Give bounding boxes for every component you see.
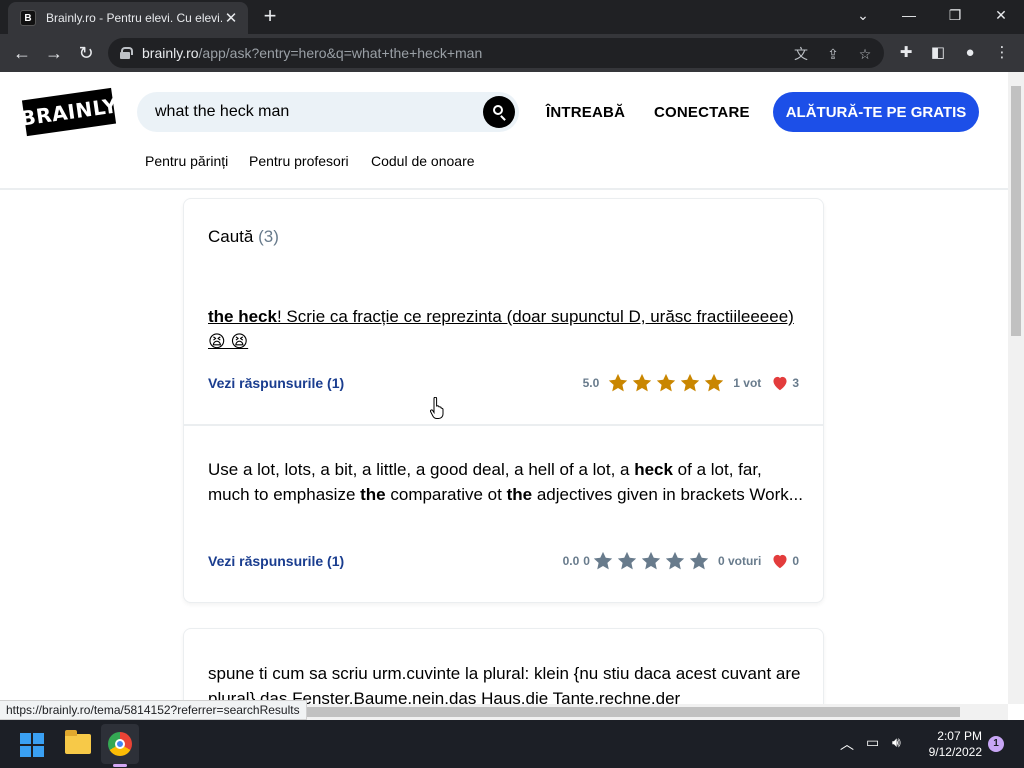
star-filled-icon (633, 373, 652, 392)
show-hidden-icons-chevron-icon[interactable]: ︿ (840, 734, 854, 754)
star-filled-icon (609, 373, 628, 392)
page-content: BRAINLY what the heck man ÎNTREABĂ CONEC… (0, 72, 1008, 704)
result-divider (184, 424, 823, 426)
star-filled-icon (657, 373, 676, 392)
network-icon[interactable]: ▭ (866, 734, 879, 751)
results-heading: Caută (3) (208, 227, 279, 247)
horizontal-scroll-thumb[interactable] (305, 707, 960, 717)
subnav-teachers-link[interactable]: Pentru profesori (249, 153, 349, 169)
results-title: Caută (208, 227, 254, 246)
rating-row-1: 5.0 1 vot 3 (583, 372, 799, 394)
heart-icon[interactable] (771, 375, 789, 391)
rating-value-2: 0.0 (562, 554, 580, 568)
browser-tab-bar: B Brainly.ro - Pentru elevi. Cu elevi. ✕… (0, 0, 1024, 34)
lock-icon[interactable] (120, 47, 133, 59)
active-app-indicator (113, 764, 127, 767)
star-empty-icon (689, 551, 709, 570)
chrome-icon[interactable] (108, 732, 132, 756)
rating-value-1: 5.0 (582, 376, 600, 390)
system-clock[interactable]: 2:07 PM 9/12/2022 (918, 728, 982, 760)
clock-date: 9/12/2022 (928, 745, 982, 759)
star-filled-icon (705, 373, 724, 392)
search-button[interactable] (483, 96, 515, 128)
reload-icon[interactable]: ↻ (74, 41, 98, 65)
forward-arrow-icon[interactable]: → (42, 41, 66, 65)
star-filled-icon (681, 373, 700, 392)
star-empty-icon (593, 551, 613, 570)
subnav-honor-code-link[interactable]: Codul de onoare (371, 153, 475, 169)
volume-icon[interactable]: 🔊︎ (892, 734, 901, 751)
result-card-3: spune ti cum sa scriu urm.cuvinte la plu… (183, 628, 824, 704)
url-path: /app/ask?entry=hero&q=what+the+heck+man (198, 45, 483, 61)
vertical-scroll-thumb[interactable] (1011, 86, 1021, 336)
ask-link[interactable]: ÎNTREABĂ (546, 104, 625, 121)
like-count-1: 3 (792, 376, 799, 390)
search-icon (493, 105, 503, 115)
subnav-parents-link[interactable]: Pentru părinți (145, 153, 228, 169)
side-panel-icon[interactable]: ◧ (928, 43, 948, 63)
result-1-highlight: the heck (208, 307, 277, 326)
star-empty-icon (641, 551, 661, 570)
site-header: BRAINLY what the heck man ÎNTREABĂ CONEC… (0, 72, 1008, 190)
clock-time: 2:07 PM (937, 729, 982, 743)
back-arrow-icon[interactable]: ← (10, 41, 34, 65)
brainly-favicon-icon: B (20, 10, 36, 26)
share-icon[interactable]: ⇪ (824, 45, 842, 63)
windows-taskbar: ︿ ▭ 🔊︎ 2:07 PM 9/12/2022 1 (0, 720, 1024, 768)
like-count-2: 0 (792, 554, 799, 568)
profile-icon[interactable]: ● (960, 43, 980, 63)
menu-kebab-icon[interactable]: ⋮ (992, 43, 1012, 63)
vertical-scrollbar[interactable] (1008, 72, 1024, 704)
minimize-button[interactable]: — (894, 3, 924, 27)
close-tab-icon[interactable]: ✕ (222, 9, 240, 27)
vote-count-1: 1 vot (733, 376, 762, 390)
vote-count-2: 0 voturi (717, 554, 762, 568)
see-answers-link-2[interactable]: Vezi răspunsurile (1) (208, 553, 344, 569)
result-question-3[interactable]: spune ti cum sa scriu urm.cuvinte la plu… (208, 661, 804, 704)
file-explorer-icon[interactable] (65, 730, 91, 754)
tab-title: Brainly.ro - Pentru elevi. Cu elevi. (46, 11, 222, 25)
browser-toolbar: ← → ↻ brainly.ro/app/ask?entry=hero&q=wh… (0, 34, 1024, 72)
result-question-1[interactable]: the heck! Scrie ca fracție ce reprezinta… (208, 304, 804, 354)
url-host: brainly.ro (142, 45, 199, 61)
login-link[interactable]: CONECTARE (654, 104, 750, 121)
result-1-text: ! Scrie ca fracție ce reprezinta (doar s… (208, 307, 794, 351)
star-empty-icon (617, 551, 637, 570)
address-bar[interactable]: brainly.ro/app/ask?entry=hero&q=what+the… (108, 38, 884, 68)
close-window-button[interactable]: ✕ (986, 3, 1016, 27)
results-card: Caută (3) the heck! Scrie ca fracție ce … (183, 198, 824, 603)
extensions-puzzle-icon[interactable]: ✚ (896, 43, 916, 63)
status-bar-url: https://brainly.ro/tema/5814152?referrer… (0, 700, 307, 720)
bookmark-star-icon[interactable]: ☆ (856, 45, 874, 63)
translate-icon[interactable]: 文 (792, 45, 810, 63)
brainly-logo[interactable]: BRAINLY (19, 87, 119, 137)
windows-start-icon[interactable] (20, 733, 44, 757)
search-input-value: what the heck man (155, 103, 290, 120)
see-answers-link-1[interactable]: Vezi răspunsurile (1) (208, 375, 344, 391)
rating-row-2: 0.0 0 0 voturi 0 (563, 550, 799, 572)
join-free-button[interactable]: ALĂTURĂ-TE PE GRATIS (773, 92, 979, 132)
star-empty-icon (665, 551, 685, 570)
hand-cursor-icon (430, 397, 444, 419)
rating-count-2: 0 (583, 554, 590, 568)
notification-badge[interactable]: 1 (988, 736, 1004, 752)
tab-search-icon[interactable]: ⌄ (848, 3, 878, 27)
results-count: (3) (258, 227, 279, 246)
browser-tab[interactable]: B Brainly.ro - Pentru elevi. Cu elevi. ✕ (8, 2, 248, 34)
new-tab-button[interactable]: + (258, 5, 282, 29)
heart-icon[interactable] (771, 553, 789, 569)
result-question-2[interactable]: Use a lot, lots, a bit, a little, a good… (208, 457, 804, 507)
search-input[interactable]: what the heck man (137, 92, 519, 132)
restore-button[interactable]: ❐ (940, 3, 970, 27)
